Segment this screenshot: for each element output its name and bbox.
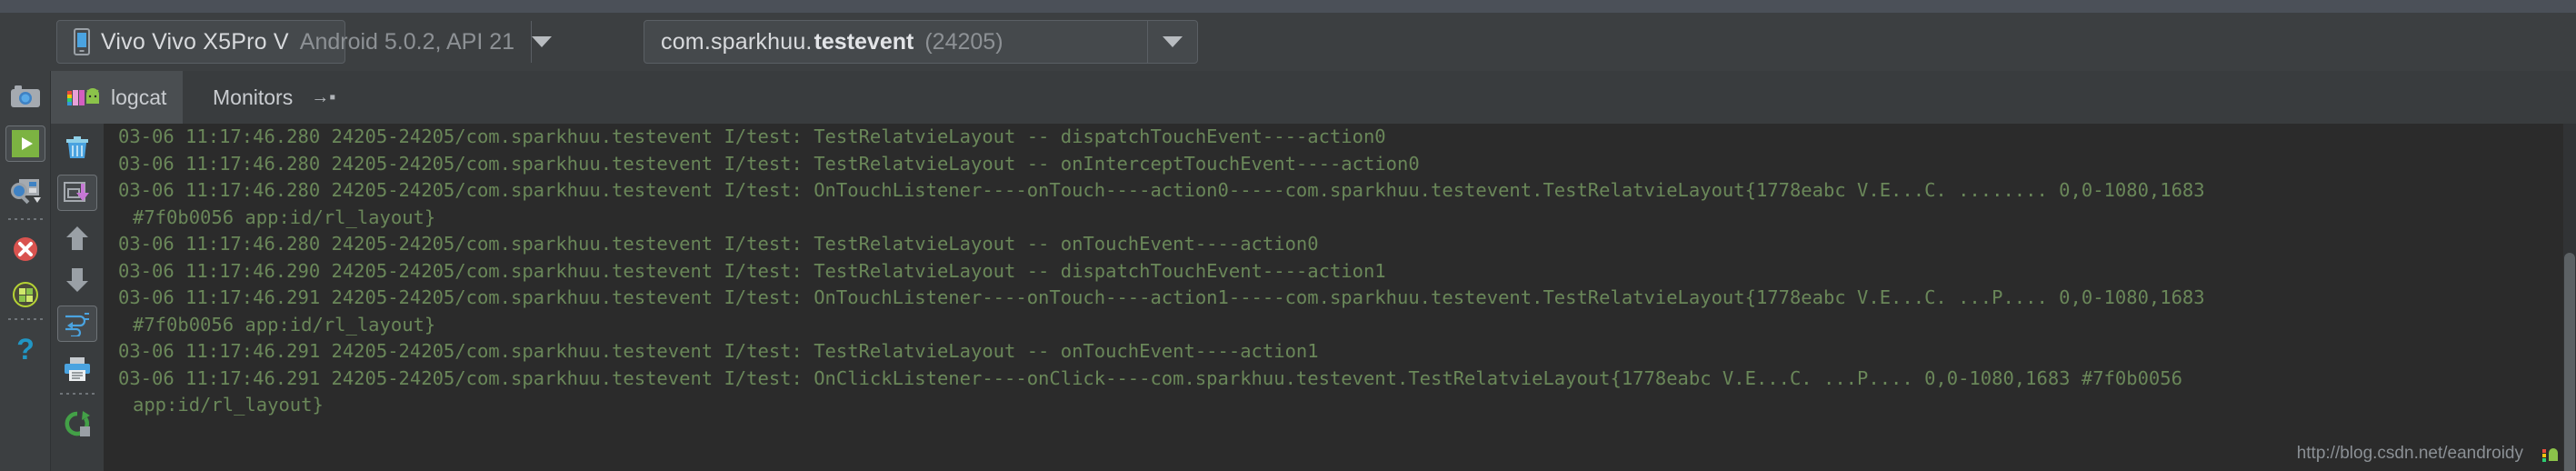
clear-logcat-icon[interactable] [57, 129, 97, 165]
process-selector-field[interactable]: com.sparkhuu. testevent (24205) [644, 21, 1148, 63]
android-status-icon [2542, 448, 2558, 462]
log-line-continuation: #7f0b0056 app:id/rl_layout} [133, 205, 436, 228]
system-information-icon[interactable] [5, 276, 45, 313]
chevron-down-icon [1163, 36, 1183, 47]
process-pid: (24205) [924, 28, 1003, 55]
expand-arrow-icon[interactable]: →▪ [311, 87, 335, 108]
log-line: 03-06 11:17:46.280 24205-24205/com.spark… [118, 179, 2205, 201]
phone-icon [74, 28, 90, 55]
watermark-text: http://blog.csdn.net/eandroidy [2296, 444, 2523, 463]
log-line: 03-06 11:17:46.280 24205-24205/com.spark… [118, 233, 1319, 255]
log-line: 03-06 11:17:46.280 24205-24205/com.spark… [118, 125, 1386, 147]
logcat-tab-row: logcat Monitors →▪ Info Regex [51, 71, 2576, 191]
window-top-strip [0, 0, 2576, 13]
process-package-name: testevent [814, 28, 914, 55]
tab-monitors-label: Monitors [213, 85, 294, 109]
use-soft-wraps-icon[interactable] [57, 306, 97, 342]
screenshot-icon[interactable] [5, 78, 45, 115]
log-line: 03-06 11:17:46.291 24205-24205/com.spark… [118, 340, 1319, 362]
android-logcat-icon [67, 88, 99, 105]
logcat-actions-rail [51, 124, 104, 471]
device-selector[interactable]: Vivo Vivo X5Pro V Android 5.0.2, API 21 [56, 20, 553, 64]
device-name: Vivo Vivo X5Pro V [101, 28, 289, 55]
process-package-prefix: com.sparkhuu. [661, 28, 813, 55]
restart-icon[interactable] [57, 406, 97, 442]
log-line-continuation: #7f0b0056 app:id/rl_layout} [133, 313, 436, 336]
tab-logcat[interactable]: logcat [51, 71, 184, 124]
rail2-divider [60, 393, 95, 395]
logcat-scrollbar-thumb[interactable] [2564, 253, 2575, 471]
process-selector[interactable]: com.sparkhuu. testevent (24205) [644, 20, 1198, 64]
device-selector-field[interactable]: Vivo Vivo X5Pro V Android 5.0.2, API 21 [57, 21, 533, 63]
scroll-to-end-icon[interactable] [57, 175, 97, 211]
log-line: 03-06 11:17:46.291 24205-24205/com.spark… [118, 286, 2205, 308]
help-icon[interactable]: ? [5, 331, 45, 367]
rail-divider [7, 218, 43, 220]
layout-inspector-icon[interactable] [5, 173, 45, 209]
logcat-output[interactable]: 03-06 11:17:46.280 24205-24205/com.spark… [104, 124, 2563, 471]
log-line-continuation: app:id/rl_layout} [133, 394, 324, 416]
log-line: 03-06 11:17:46.290 24205-24205/com.spark… [118, 259, 1386, 282]
up-arrow-icon[interactable] [57, 220, 97, 256]
logcat-scrollbar-track[interactable] [2563, 124, 2576, 471]
rail-divider-2 [7, 318, 43, 320]
chevron-down-icon [532, 36, 553, 47]
device-selector-dropdown-button[interactable] [532, 21, 553, 63]
down-arrow-icon[interactable] [57, 262, 97, 298]
device-toolbar: Vivo Vivo X5Pro V Android 5.0.2, API 21 … [0, 13, 2576, 71]
terminate-application-icon[interactable] [5, 231, 45, 267]
device-details: Android 5.0.2, API 21 [299, 28, 515, 55]
tab-logcat-label: logcat [111, 85, 167, 109]
print-icon[interactable] [57, 351, 97, 387]
process-selector-dropdown-button[interactable] [1148, 21, 1197, 63]
android-monitor-tool-rail: ? [0, 71, 51, 471]
android-studio-logcat-window: Vivo Vivo X5Pro V Android 5.0.2, API 21 … [0, 0, 2576, 471]
log-line: 03-06 11:17:46.280 24205-24205/com.spark… [118, 152, 1420, 175]
tab-monitors[interactable]: Monitors →▪ [196, 71, 352, 124]
log-line: 03-06 11:17:46.291 24205-24205/com.spark… [118, 366, 2182, 389]
screen-record-play-icon[interactable] [5, 125, 45, 162]
svg-text:?: ? [16, 334, 35, 365]
